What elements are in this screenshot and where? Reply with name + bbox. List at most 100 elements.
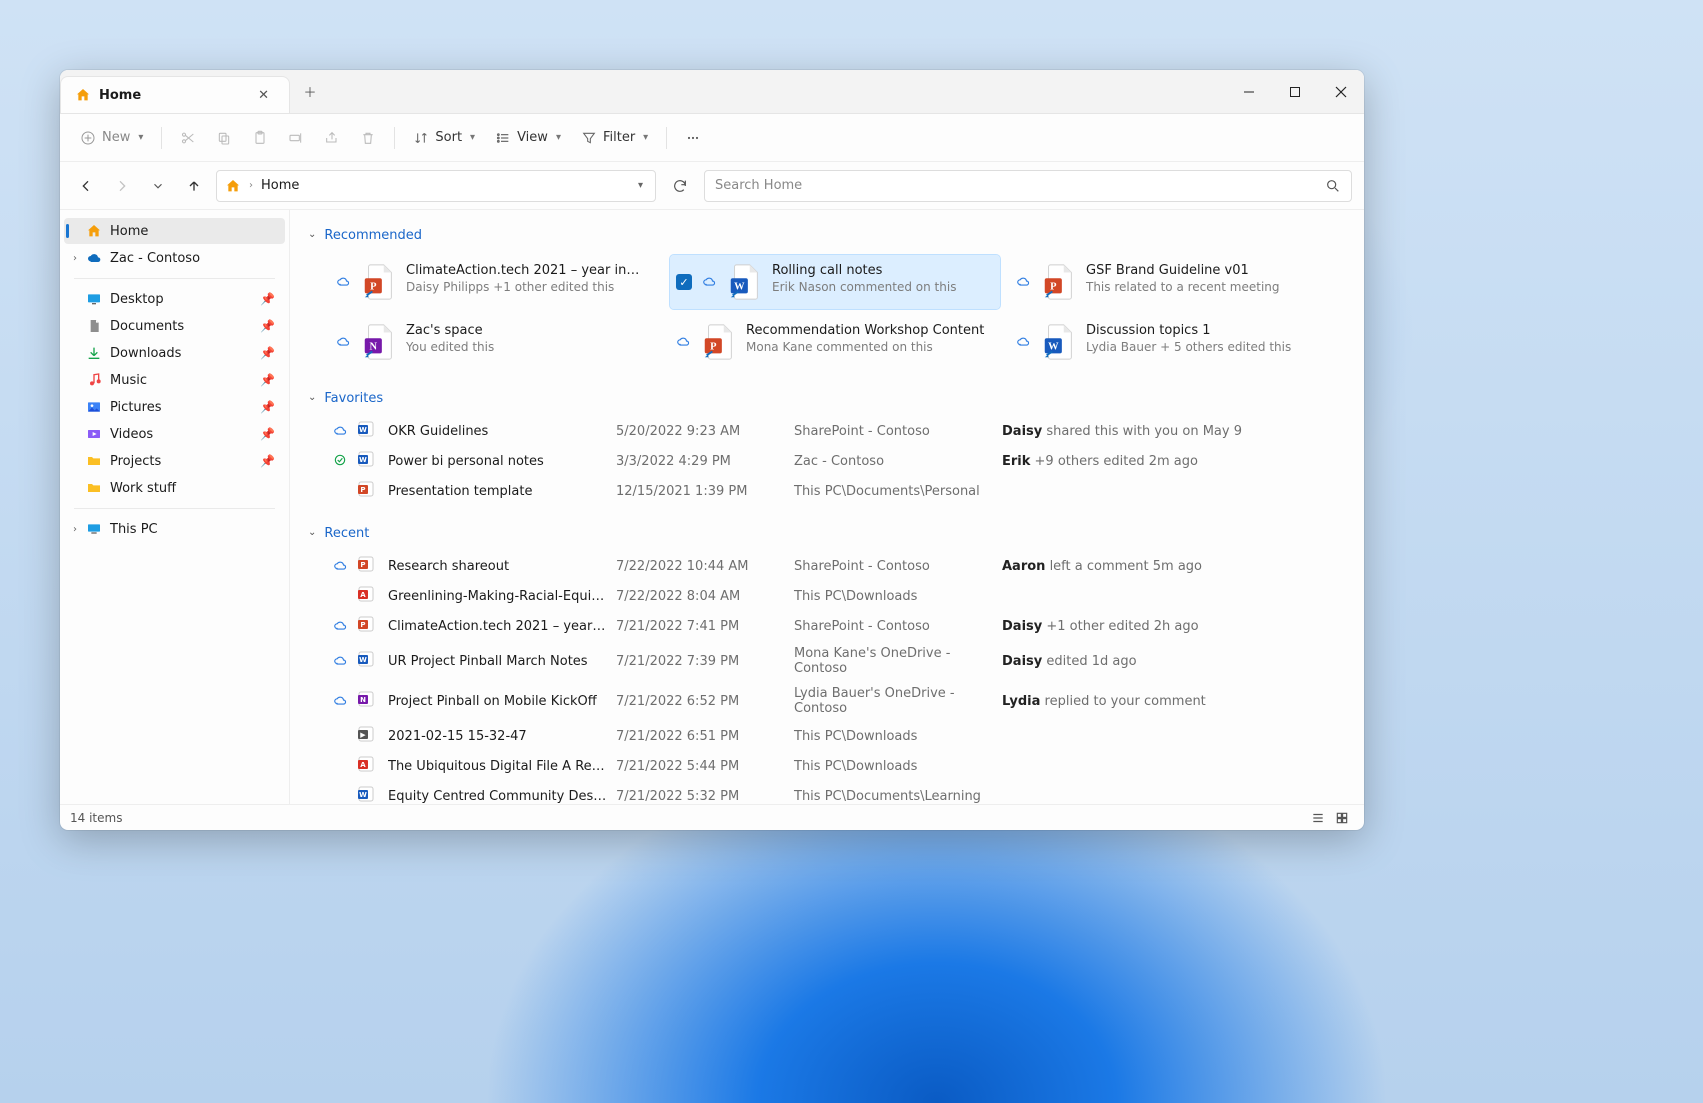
file-row[interactable]: PResearch shareout7/22/2022 10:44 AMShar… [330, 551, 1340, 581]
search-input[interactable] [715, 178, 1325, 193]
nav-zac-contoso[interactable]: ›Zac - Contoso [64, 245, 285, 271]
file-subtitle: This related to a recent meeting [1086, 280, 1280, 294]
svg-text:A: A [360, 591, 366, 599]
nav-documents[interactable]: Documents📌 [64, 313, 285, 339]
pin-icon[interactable]: 📌 [260, 454, 275, 468]
svg-text:P: P [360, 486, 365, 494]
nav-pictures[interactable]: Pictures📌 [64, 394, 285, 420]
file-row[interactable]: WEquity Centred Community Design7/21/202… [330, 781, 1340, 804]
funnel-icon [581, 130, 597, 146]
recommended-card[interactable]: ✓ W Rolling call notesErik Nason comment… [670, 255, 1000, 309]
details-view-button[interactable] [1306, 808, 1330, 828]
section-header-favorites[interactable]: ⌄Favorites [308, 387, 1340, 410]
recommended-card[interactable]: P ClimateAction.tech 2021 – year in…Dais… [330, 255, 660, 309]
recent-locations-button[interactable] [144, 172, 172, 200]
address-dropdown-button[interactable]: ▾ [634, 176, 647, 195]
pin-icon[interactable]: 📌 [260, 400, 275, 414]
delete-button [352, 124, 384, 152]
address-bar[interactable]: › Home ▾ [216, 170, 656, 202]
tab-close-button[interactable]: ✕ [254, 84, 273, 107]
minimize-button[interactable] [1226, 70, 1272, 113]
file-subtitle: Erik Nason commented on this [772, 280, 956, 294]
svg-text:N: N [370, 342, 378, 353]
nav-videos[interactable]: Videos📌 [64, 421, 285, 447]
music-icon [86, 372, 102, 388]
nav-downloads[interactable]: Downloads📌 [64, 340, 285, 366]
file-row[interactable]: WUR Project Pinball March Notes7/21/2022… [330, 641, 1340, 681]
nav-projects[interactable]: Projects📌 [64, 448, 285, 474]
rename-button [280, 124, 312, 152]
file-date: 7/21/2022 7:41 PM [616, 619, 786, 634]
pin-icon[interactable]: 📌 [260, 427, 275, 441]
recommended-card[interactable]: P Recommendation Workshop ContentMona Ka… [670, 315, 1000, 369]
file-row[interactable]: PClimateAction.tech 2021 – year in revie… [330, 611, 1340, 641]
nav-this-pc[interactable]: ›This PC [64, 516, 285, 542]
file-location: Lydia Bauer's OneDrive - Contoso [794, 686, 994, 716]
pin-icon[interactable]: 📌 [260, 319, 275, 333]
file-type-icon: W [358, 421, 380, 441]
section-header-recent[interactable]: ⌄Recent [308, 522, 1340, 545]
file-location: This PC\Documents\Personal [794, 484, 994, 499]
maximize-button[interactable] [1272, 70, 1318, 113]
recommended-card[interactable]: N Zac's spaceYou edited this [330, 315, 660, 369]
file-type-icon: W [728, 263, 762, 301]
close-button[interactable] [1318, 70, 1364, 113]
address-row: › Home ▾ [60, 162, 1364, 210]
file-row[interactable]: ▶2021-02-15 15-32-477/21/2022 6:51 PMThi… [330, 721, 1340, 751]
file-date: 7/21/2022 6:52 PM [616, 694, 786, 709]
chevron-right-icon[interactable]: › [68, 253, 82, 264]
forward-button [108, 172, 136, 200]
recommended-card[interactable]: W Discussion topics 1Lydia Bauer + 5 oth… [1010, 315, 1340, 369]
file-date: 7/21/2022 5:44 PM [616, 759, 786, 774]
new-tab-button[interactable]: ＋ [290, 70, 330, 113]
pin-icon[interactable]: 📌 [260, 292, 275, 306]
filter-button[interactable]: Filter▾ [573, 124, 656, 152]
nav-desktop[interactable]: Desktop📌 [64, 286, 285, 312]
svg-text:P: P [1050, 282, 1057, 293]
nav-label: Music [110, 373, 147, 388]
up-button[interactable] [180, 172, 208, 200]
recommended-card[interactable]: P GSF Brand Guideline v01This related to… [1010, 255, 1340, 309]
file-name: 2021-02-15 15-32-47 [388, 729, 608, 744]
pin-icon[interactable]: 📌 [260, 373, 275, 387]
folder-icon [86, 453, 102, 469]
breadcrumb[interactable]: Home [261, 178, 299, 193]
new-button[interactable]: New ▾ [72, 124, 151, 152]
refresh-button[interactable] [664, 170, 696, 202]
window-controls [1226, 70, 1364, 113]
file-subtitle: Mona Kane commented on this [746, 340, 984, 354]
file-row[interactable]: WOKR Guidelines5/20/2022 9:23 AMSharePoi… [330, 416, 1340, 446]
file-type-icon: ▶ [358, 726, 380, 746]
cloud-status-icon [330, 423, 350, 440]
file-subtitle: Lydia Bauer + 5 others edited this [1086, 340, 1291, 354]
cloud-status-icon [1016, 274, 1032, 291]
chevron-right-icon[interactable]: › [68, 524, 82, 535]
file-row[interactable]: PPresentation template12/15/2021 1:39 PM… [330, 476, 1340, 506]
section-header-recommended[interactable]: ⌄Recommended [308, 224, 1340, 247]
thumbnails-view-button[interactable] [1330, 808, 1354, 828]
back-button[interactable] [72, 172, 100, 200]
sort-button[interactable]: Sort▾ [405, 124, 483, 152]
svg-text:W: W [359, 426, 367, 434]
nav-home[interactable]: Home [64, 218, 285, 244]
cloud-status-icon [676, 334, 692, 351]
file-activity: Daisy shared this with you on May 9 [1002, 424, 1340, 439]
svg-text:W: W [359, 656, 367, 664]
file-row[interactable]: AThe Ubiquitous Digital File A Review o…… [330, 751, 1340, 781]
nav-music[interactable]: Music 📌 [64, 367, 285, 393]
more-button[interactable] [677, 124, 709, 152]
search-box[interactable] [704, 170, 1352, 202]
pin-icon[interactable]: 📌 [260, 346, 275, 360]
file-row[interactable]: WPower bi personal notes3/3/2022 4:29 PM… [330, 446, 1340, 476]
view-button[interactable]: View▾ [487, 124, 569, 152]
cloud-status-icon [330, 693, 350, 710]
file-row[interactable]: AGreenlining-Making-Racial-Equity-Rea…7/… [330, 581, 1340, 611]
svg-text:W: W [359, 456, 367, 464]
tab-home[interactable]: Home ✕ [60, 76, 290, 113]
file-row[interactable]: NProject Pinball on Mobile KickOff7/21/2… [330, 681, 1340, 721]
titlebar: Home ✕ ＋ [60, 70, 1364, 114]
nav-work-stuff[interactable]: Work stuff [64, 475, 285, 501]
file-location: Mona Kane's OneDrive - Contoso [794, 646, 994, 676]
file-type-icon: W [358, 786, 380, 804]
folder-icon [86, 480, 102, 496]
